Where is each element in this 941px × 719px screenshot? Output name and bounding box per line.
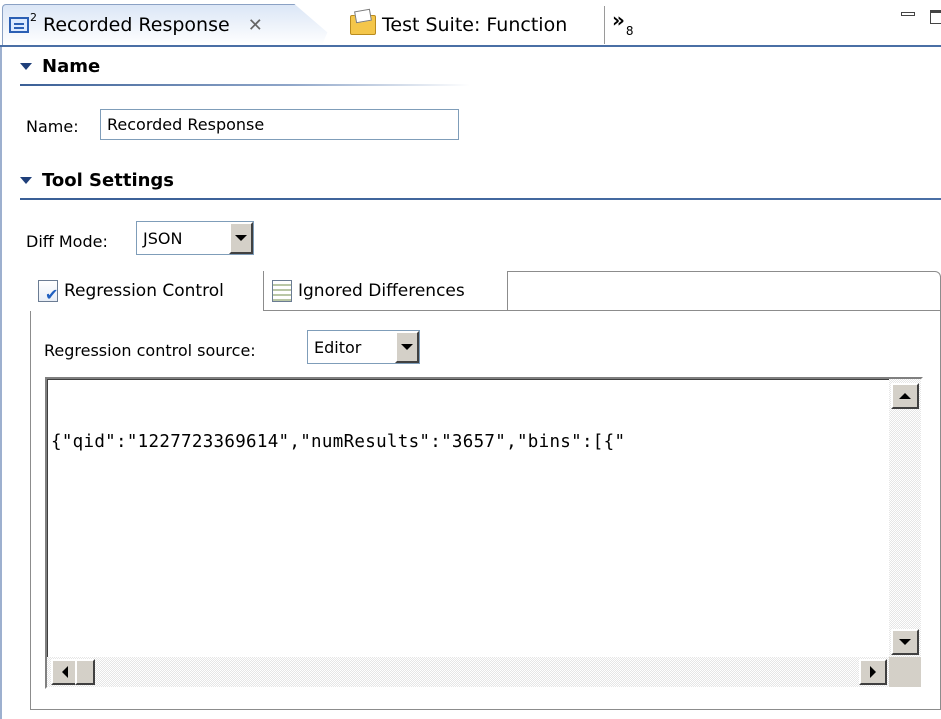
diff-mode-value: JSON [143, 228, 183, 248]
tab-regression-control[interactable]: Regression Control [30, 271, 264, 311]
section-divider [20, 198, 941, 200]
tab-folder-border [508, 310, 941, 311]
scroll-down-button[interactable] [891, 629, 919, 655]
maximize-icon[interactable] [930, 10, 941, 24]
section-title: Tool Settings [42, 170, 175, 191]
tab-separator [604, 6, 605, 44]
editor-frame [47, 379, 921, 687]
overflow-count: 8 [625, 24, 634, 38]
editor-tab-bar: 2 Recorded Response ✕ Test Suite: Functi… [0, 0, 941, 47]
section-header-name[interactable]: Name [20, 56, 100, 77]
section-title: Name [42, 56, 101, 77]
name-label: Name: [26, 117, 79, 136]
section-header-tool-settings[interactable]: Tool Settings [20, 170, 174, 191]
scroll-thumb[interactable] [75, 659, 95, 685]
regression-source-value: Editor [314, 337, 362, 357]
section-divider [20, 84, 470, 86]
diff-mode-label: Diff Mode: [26, 232, 108, 251]
scroll-up-button[interactable] [891, 383, 919, 409]
arrow-left-icon [62, 666, 68, 678]
chevron-down-icon [401, 344, 413, 350]
tab-label: Ignored Differences [298, 280, 465, 301]
editor-border [0, 47, 2, 719]
dropdown-button[interactable] [229, 222, 253, 254]
regression-source-select[interactable]: Editor [307, 330, 420, 364]
regression-control-icon [38, 280, 58, 304]
arrow-up-icon [899, 393, 911, 399]
tab-superscript: 2 [30, 10, 37, 24]
folder-test-icon [350, 14, 376, 35]
expand-triangle-icon [20, 177, 32, 184]
scroll-right-button[interactable] [859, 659, 887, 685]
close-icon[interactable]: ✕ [248, 15, 263, 36]
arrow-right-icon [870, 666, 876, 678]
tab-test-suite-function[interactable]: Test Suite: Function [322, 4, 612, 45]
name-field[interactable] [100, 109, 459, 140]
expand-triangle-icon [20, 63, 32, 70]
vertical-scrollbar[interactable] [889, 379, 921, 657]
editor-content[interactable]: {"qid":"1227723369614","numResults":"365… [51, 432, 625, 452]
arrow-down-icon [899, 639, 911, 645]
diff-mode-select[interactable]: JSON [136, 221, 254, 255]
regression-source-label: Regression control source: [44, 341, 256, 360]
ignored-differences-icon [272, 279, 292, 302]
dropdown-button[interactable] [395, 331, 419, 363]
tab-overflow-button[interactable]: » 8 [612, 8, 634, 38]
editor-icon [9, 17, 29, 33]
chevron-double-right-icon: » [612, 8, 625, 32]
regression-control-editor[interactable]: {"qid":"1227723369614","numResults":"365… [45, 377, 923, 689]
tab-ignored-differences[interactable]: Ignored Differences [264, 271, 508, 311]
scroll-corner [889, 657, 921, 687]
chevron-down-icon [235, 235, 247, 241]
tab-recorded-response[interactable]: 2 Recorded Response ✕ [2, 4, 342, 45]
tab-label: Recorded Response [43, 14, 230, 36]
horizontal-scrollbar[interactable] [47, 657, 889, 687]
minimize-icon[interactable] [901, 12, 915, 16]
tab-label: Regression Control [64, 281, 224, 301]
tab-label: Test Suite: Function [382, 13, 568, 36]
